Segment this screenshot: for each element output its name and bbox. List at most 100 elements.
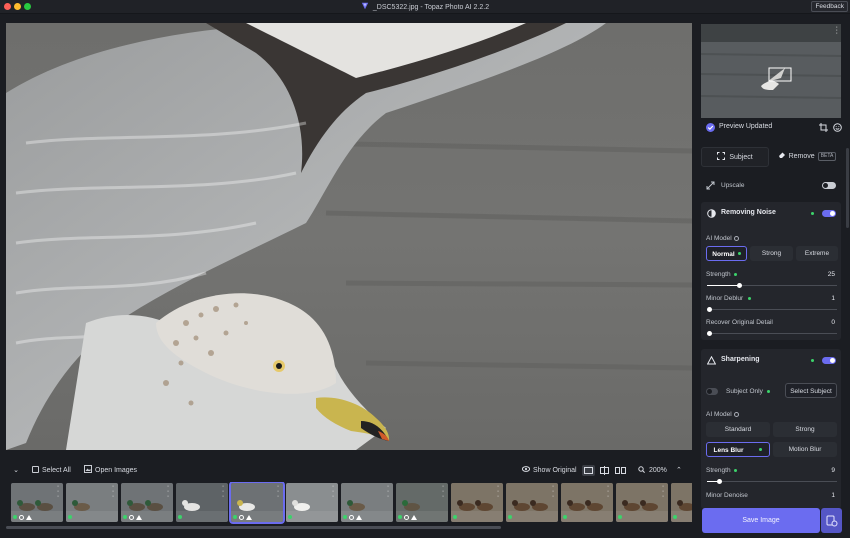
filmstrip-thumbnail[interactable]: ··· bbox=[396, 483, 448, 522]
sharpening-header[interactable]: Sharpening bbox=[701, 349, 841, 371]
thumbnail-more-icon[interactable]: · · · bbox=[55, 483, 61, 500]
subject-button[interactable]: Subject bbox=[701, 147, 769, 167]
status-dot bbox=[178, 515, 182, 519]
status-dot bbox=[123, 515, 127, 519]
side-by-side-icon bbox=[615, 467, 626, 474]
filmstrip-thumbnail[interactable]: ··· bbox=[66, 483, 118, 522]
sharp-strength-value: 9 bbox=[831, 467, 835, 474]
minor-deblur-knob[interactable] bbox=[707, 307, 712, 312]
minor-deblur-slider[interactable] bbox=[707, 307, 837, 312]
noise-model-extreme[interactable]: Extreme bbox=[796, 246, 838, 261]
thumbnail-more-icon[interactable]: · · · bbox=[660, 483, 666, 500]
noise-model-strong[interactable]: Strong bbox=[750, 246, 793, 261]
noise-strength-fill bbox=[707, 285, 739, 286]
remove-button[interactable]: Remove BETA bbox=[773, 147, 841, 167]
removing-noise-header[interactable]: Removing Noise bbox=[701, 202, 841, 224]
filmstrip-thumbnail[interactable]: ··· bbox=[341, 483, 393, 522]
thumbnail-more-icon[interactable]: · · · bbox=[440, 483, 446, 500]
thumbnail-more-icon[interactable]: · · · bbox=[220, 483, 226, 500]
noise-strength-slider[interactable] bbox=[707, 283, 837, 288]
noise-icon bbox=[707, 209, 716, 218]
sharp-strength-knob[interactable] bbox=[717, 479, 722, 484]
recover-detail-label: Recover Original Detail bbox=[706, 319, 773, 326]
noise-badge-icon bbox=[239, 514, 244, 520]
recover-detail-knob[interactable] bbox=[707, 331, 712, 336]
export-options-button[interactable] bbox=[821, 508, 842, 533]
sharp-strength-slider[interactable] bbox=[707, 479, 837, 484]
status-dot bbox=[233, 515, 237, 519]
upscale-toggle[interactable] bbox=[822, 182, 836, 189]
zoom-chevron-up-icon[interactable]: ⌃ bbox=[676, 465, 682, 477]
removing-noise-toggle[interactable] bbox=[822, 210, 836, 217]
sharp-model-strong[interactable]: Strong bbox=[773, 422, 837, 437]
select-all-checkbox[interactable]: Select All bbox=[32, 465, 71, 477]
filmstrip-thumbnail[interactable]: ··· bbox=[11, 483, 63, 522]
side-by-side-view-button[interactable] bbox=[614, 465, 627, 476]
filmstrip-thumbnail[interactable]: ··· bbox=[671, 483, 692, 522]
thumbnail-badges bbox=[123, 514, 142, 520]
collapse-filmstrip-chevron-down-icon[interactable]: ⌄ bbox=[10, 465, 22, 477]
subject-only-label: Subject Only bbox=[726, 388, 763, 395]
select-subject-button[interactable]: Select Subject bbox=[785, 383, 837, 398]
thumbnail-more-icon[interactable]: · · · bbox=[275, 483, 281, 500]
zoom-control[interactable]: 200% bbox=[638, 465, 667, 477]
preview-status-row: Preview Updated bbox=[706, 122, 842, 134]
thumbnail-more-icon[interactable]: · · · bbox=[110, 483, 116, 500]
noise-model-normal[interactable]: Normal bbox=[706, 246, 747, 261]
sharp-strength-status-dot bbox=[734, 469, 737, 472]
navigator-preview[interactable]: · · · bbox=[701, 24, 841, 118]
single-view-button[interactable] bbox=[582, 465, 595, 476]
thumbnail-badges bbox=[288, 514, 292, 520]
open-images-button[interactable]: Open Images bbox=[84, 465, 137, 477]
thumbnail-badges bbox=[68, 514, 72, 520]
thumbnail-badges bbox=[673, 514, 677, 520]
noise-strength-knob[interactable] bbox=[737, 283, 742, 288]
crop-icon[interactable] bbox=[819, 123, 828, 132]
filmstrip-thumbnail[interactable]: ··· bbox=[229, 482, 285, 524]
feedback-button[interactable]: Feedback bbox=[811, 1, 848, 12]
thumbnail-badges bbox=[13, 514, 32, 520]
thumbnail-more-icon[interactable]: · · · bbox=[495, 483, 501, 500]
preview-status-text: Preview Updated bbox=[719, 123, 773, 130]
sharp-model-motion-blur[interactable]: Motion Blur bbox=[773, 442, 837, 457]
thumbnail-badges bbox=[563, 514, 567, 520]
recover-detail-slider[interactable] bbox=[707, 331, 837, 336]
bottom-toolbar: ⌄ Select All Open Images Show Original 2… bbox=[6, 462, 692, 480]
subject-only-status-dot bbox=[767, 390, 770, 393]
minor-denoise-value: 1 bbox=[831, 492, 835, 499]
image-icon bbox=[84, 465, 92, 473]
filmstrip-thumbnail[interactable]: ··· bbox=[451, 483, 503, 522]
filmstrip-thumbnail[interactable]: ··· bbox=[286, 483, 338, 522]
sharp-model-standard[interactable]: Standard bbox=[706, 422, 770, 437]
show-original-label: Show Original bbox=[533, 467, 577, 474]
thumbnail-more-icon[interactable]: · · · bbox=[165, 483, 171, 500]
save-image-button[interactable]: Save Image bbox=[702, 508, 820, 533]
show-original-button[interactable]: Show Original bbox=[521, 465, 577, 477]
filmstrip-scrollbar[interactable] bbox=[6, 526, 501, 529]
sharpen-badge-icon bbox=[26, 514, 32, 520]
noise-ai-model-label: AI Model bbox=[706, 235, 739, 242]
filmstrip-thumbnail[interactable]: ··· bbox=[616, 483, 668, 522]
navigator-thumbnail bbox=[701, 24, 841, 118]
thumbnail-more-icon[interactable]: · · · bbox=[605, 483, 611, 500]
thumbnail-more-icon[interactable]: · · · bbox=[330, 483, 336, 500]
sharp-model-lens-blur[interactable]: Lens Blur bbox=[706, 442, 770, 457]
navigator-more-icon[interactable]: · · · bbox=[836, 24, 838, 37]
sharpening-toggle[interactable] bbox=[822, 357, 836, 364]
minor-deblur-value: 1 bbox=[831, 295, 835, 302]
filmstrip-thumbnail[interactable]: ··· bbox=[176, 483, 228, 522]
main-image-canvas[interactable] bbox=[6, 23, 692, 450]
thumbnail-badges bbox=[343, 514, 362, 520]
subject-only-toggle[interactable] bbox=[706, 388, 718, 395]
status-dot bbox=[563, 515, 567, 519]
thumbnail-more-icon[interactable]: · · · bbox=[550, 483, 556, 500]
filmstrip-thumbnail[interactable]: ··· bbox=[506, 483, 558, 522]
panel-scrollbar[interactable] bbox=[846, 148, 849, 228]
upscale-row[interactable]: Upscale bbox=[706, 180, 838, 192]
split-view-button[interactable] bbox=[598, 465, 611, 476]
filmstrip-thumbnail[interactable]: ··· bbox=[121, 483, 173, 522]
face-detect-icon[interactable] bbox=[833, 123, 842, 132]
thumbnail-more-icon[interactable]: · · · bbox=[385, 483, 391, 500]
open-images-label: Open Images bbox=[95, 467, 138, 474]
filmstrip-thumbnail[interactable]: ··· bbox=[561, 483, 613, 522]
